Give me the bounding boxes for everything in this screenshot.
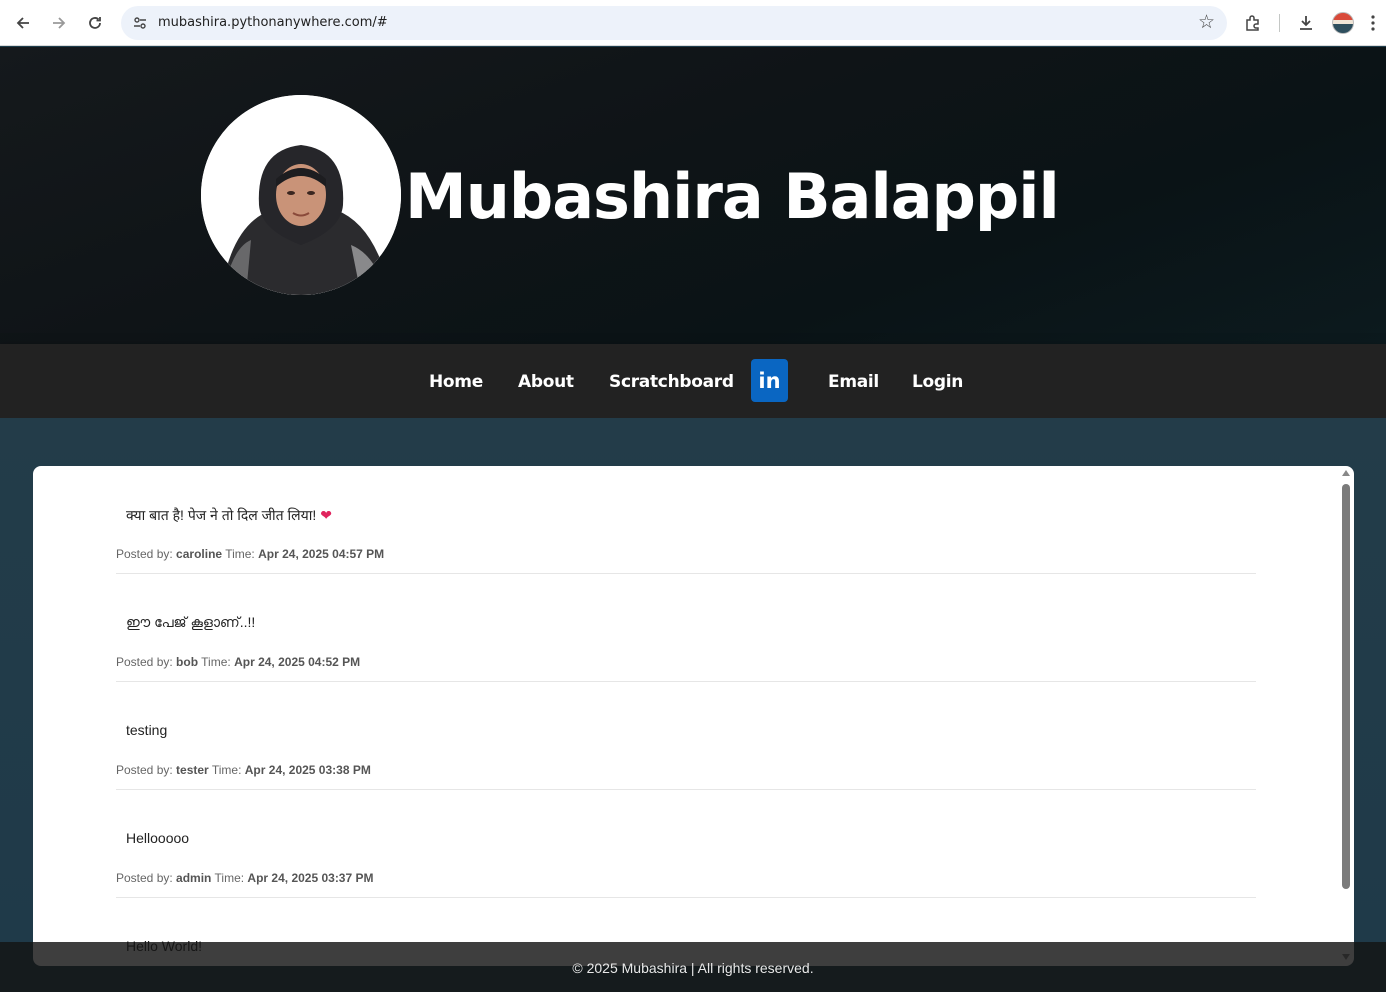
- address-bar[interactable]: mubashira.pythonanywhere.com/# ☆: [121, 6, 1227, 40]
- site-footer: © 2025 Mubashira | All rights reserved.: [0, 942, 1386, 992]
- nav-home[interactable]: Home: [429, 372, 483, 392]
- profile-avatar[interactable]: [1332, 12, 1354, 34]
- post-author: bob: [176, 655, 199, 669]
- scroll-up-icon[interactable]: [1342, 470, 1350, 476]
- post-meta: Posted by: admin Time: Apr 24, 2025 03:3…: [116, 871, 374, 885]
- main-nav: Home About Scratchboard in Email Login: [0, 344, 1386, 418]
- browser-toolbar: mubashira.pythonanywhere.com/# ☆: [0, 0, 1386, 46]
- post-message: क्या बात है! पेज ने तो दिल जीत लिया! ❤: [126, 507, 332, 523]
- download-icon[interactable]: [1292, 9, 1320, 37]
- site-title: Mubashira Balappil: [405, 160, 1060, 233]
- bookmark-star-icon[interactable]: ☆: [1198, 11, 1215, 34]
- forward-icon[interactable]: [45, 9, 73, 37]
- heart-icon: ❤: [320, 507, 332, 523]
- site-info-icon[interactable]: [131, 14, 149, 32]
- post-author: caroline: [176, 547, 223, 561]
- profile-photo: [201, 95, 401, 295]
- reload-icon[interactable]: [81, 9, 109, 37]
- panel-scrollbar[interactable]: [1339, 466, 1354, 966]
- nav-login[interactable]: Login: [912, 372, 963, 392]
- post-item: क्या बात है! पेज ने तो दिल जीत लिया! ❤ P…: [116, 466, 1256, 574]
- url-text[interactable]: mubashira.pythonanywhere.com/#: [158, 15, 388, 30]
- post-author: tester: [176, 763, 209, 777]
- footer-copyright: © 2025 Mubashira | All rights reserved.: [572, 960, 814, 976]
- post-meta: Posted by: bob Time: Apr 24, 2025 04:52 …: [116, 655, 361, 669]
- nav-email[interactable]: Email: [828, 372, 879, 392]
- scratchboard-posts[interactable]: क्या बात है! पेज ने तो दिल जीत लिया! ❤ P…: [33, 466, 1354, 966]
- post-message: testing: [126, 722, 168, 738]
- post-time: Apr 24, 2025 04:52 PM: [234, 655, 361, 669]
- post-message: ഈ പേജ് കൂളാണ്..!!: [126, 614, 256, 630]
- post-author: admin: [176, 871, 212, 885]
- nav-scratchboard[interactable]: Scratchboard: [609, 372, 734, 392]
- post-item: ഈ പേജ് കൂളാണ്..!! Posted by: bob Time: A…: [116, 574, 1256, 682]
- extensions-icon[interactable]: [1239, 9, 1267, 37]
- menu-kebab-icon[interactable]: [1365, 9, 1381, 37]
- post-time: Apr 24, 2025 03:37 PM: [247, 871, 374, 885]
- post-time: Apr 24, 2025 03:38 PM: [244, 763, 371, 777]
- post-meta: Posted by: caroline Time: Apr 24, 2025 0…: [116, 547, 385, 561]
- back-icon[interactable]: [9, 9, 37, 37]
- post-item: testing Posted by: tester Time: Apr 24, …: [116, 682, 1256, 790]
- toolbar-divider: [1279, 14, 1280, 32]
- linkedin-icon[interactable]: in: [751, 359, 788, 402]
- post-meta: Posted by: tester Time: Apr 24, 2025 03:…: [116, 763, 371, 777]
- nav-about[interactable]: About: [518, 372, 574, 392]
- post-item: Hellooooo Posted by: admin Time: Apr 24,…: [116, 790, 1256, 898]
- post-time: Apr 24, 2025 04:57 PM: [258, 547, 385, 561]
- scrollbar-thumb[interactable]: [1342, 484, 1350, 889]
- post-message: Hellooooo: [126, 830, 190, 846]
